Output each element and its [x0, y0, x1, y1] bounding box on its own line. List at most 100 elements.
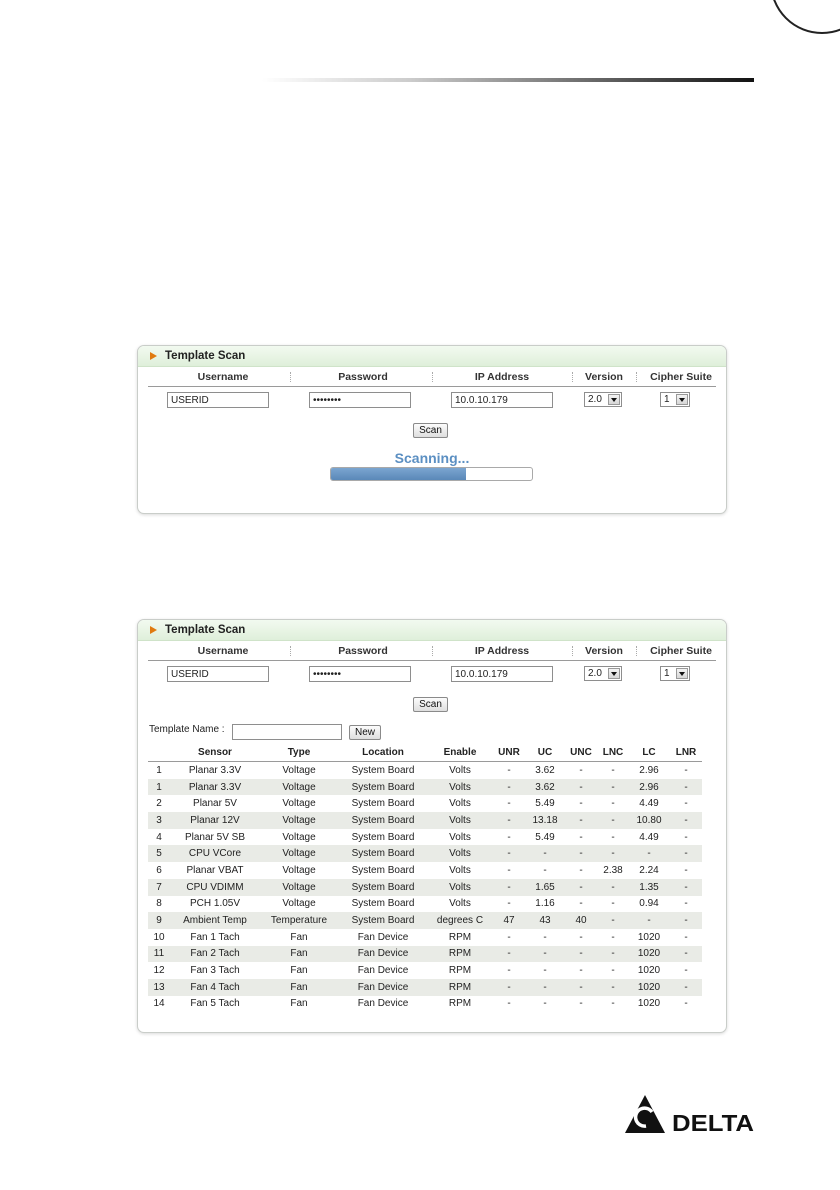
table-cell: 2.96	[639, 764, 659, 776]
table-cell: System Board	[338, 812, 428, 829]
table-cell: Planar 5V SB	[184, 831, 246, 843]
header-divider	[572, 646, 574, 656]
header-ip: IP Address	[474, 645, 530, 657]
header-username: Username	[197, 645, 249, 657]
table-cell: -	[611, 965, 615, 977]
table-cell: -	[684, 931, 688, 943]
cipher-suite-select[interactable]: 1	[660, 666, 690, 681]
table-row[interactable]: 1 Planar 3.3V Voltage System Board Volts -3.6…	[148, 762, 702, 779]
table-cell: 3.62	[526, 778, 564, 796]
table-cell: -	[611, 931, 615, 943]
table-cell: Fan	[290, 998, 308, 1010]
column-header: Enable	[428, 744, 492, 762]
version-select[interactable]: 2.0	[584, 392, 622, 407]
column-header: LC	[628, 744, 670, 762]
table-row[interactable]: 12 Fan 3 Tach Fan Fan Device RPM - - - - 1020 -	[148, 962, 702, 979]
table-cell: -	[670, 812, 702, 829]
table-cell: Planar 3.3V	[170, 778, 260, 796]
header-divider	[636, 646, 638, 656]
table-cell: -	[507, 798, 511, 810]
table-row[interactable]: 8 PCH 1.05V Voltage System Board Volts - 1.16 -…	[148, 896, 702, 913]
table-row[interactable]: 14 Fan 5 Tach Fan Fan Device RPM - - - - 1020 -	[148, 996, 702, 1013]
chevron-down-icon[interactable]	[608, 668, 620, 679]
table-cell: -	[670, 845, 702, 863]
cipher-value: 1	[664, 394, 670, 405]
ip-address-input[interactable]: 10.0.10.179	[451, 392, 553, 408]
table-cell: System Board	[351, 764, 415, 776]
table-cell: -	[492, 878, 526, 896]
header-divider	[432, 646, 434, 656]
table-row[interactable]: 7 CPU VDIMM Voltage System Board Volts -1.65-…	[148, 878, 702, 896]
column-header: LNC	[598, 744, 628, 762]
password-input[interactable]: ••••••••	[309, 392, 411, 408]
table-cell: 1020	[637, 998, 661, 1010]
header-divider	[432, 372, 434, 382]
table-cell: -	[670, 878, 702, 896]
scan-button[interactable]: Scan	[413, 423, 448, 438]
table-row[interactable]: 6 Planar VBAT Voltage System Board Volts - - - 2…	[148, 862, 702, 879]
table-cell: 14	[153, 998, 165, 1010]
scan-progress-bar	[330, 467, 533, 481]
panel-title-text: Template Scan	[165, 350, 246, 362]
table-cell: Volts	[428, 778, 492, 796]
panel-title: Template Scan	[138, 620, 726, 641]
table-row[interactable]: 2 Planar 5V Voltage System Board Volts - 5.49 -…	[148, 795, 702, 812]
table-cell: Volts	[428, 845, 492, 863]
table-cell: System Board	[338, 878, 428, 896]
cipher-suite-select[interactable]: 1	[660, 392, 690, 407]
table-cell: -	[507, 965, 511, 977]
credential-row: USERID •••••••• 10.0.10.179 2.0 1	[148, 661, 716, 689]
table-row[interactable]: 9 Ambient Temp Temperature System Board degr…	[148, 912, 702, 929]
table-cell: -	[684, 898, 688, 910]
table-row[interactable]: 4 Planar 5V SB Voltage System Board Volts - 5.…	[148, 829, 702, 846]
table-cell: 40	[564, 912, 598, 929]
table-row[interactable]: 13 Fan 4 Tach Fan Fan Device RPM - - - -1020-	[148, 978, 702, 996]
chevron-down-icon[interactable]	[608, 394, 620, 405]
table-cell: 5.49	[535, 798, 555, 810]
table-cell: PCH 1.05V	[189, 898, 241, 910]
table-cell: RPM	[448, 998, 472, 1010]
table-cell: -	[543, 965, 547, 977]
table-cell: 13.18	[526, 812, 564, 829]
template-name-input[interactable]	[232, 724, 342, 740]
table-row[interactable]: 11 Fan 2 Tach Fan Fan Device RPM - - - -1020-	[148, 945, 702, 963]
version-value: 2.0	[588, 394, 602, 405]
chevron-down-icon[interactable]	[676, 394, 688, 405]
credential-row: USERID •••••••• 10.0.10.179 2.0 1	[148, 387, 716, 415]
scan-button[interactable]: Scan	[413, 697, 448, 712]
table-cell: 4.49	[639, 831, 659, 843]
column-header: UC	[526, 744, 564, 762]
field-headers: Username Password IP Address Version Cip…	[148, 367, 716, 387]
table-cell: -	[628, 912, 670, 929]
table-cell: Fan 3 Tach	[190, 965, 240, 977]
table-cell: Volts	[449, 864, 471, 876]
table-cell: Planar VBAT	[186, 864, 244, 876]
table-cell: -	[684, 998, 688, 1010]
version-select[interactable]: 2.0	[584, 666, 622, 681]
header-username: Username	[197, 371, 249, 383]
header-password: Password	[338, 645, 388, 657]
table-cell: -	[684, 965, 688, 977]
arrow-right-icon	[150, 352, 157, 360]
progress-fill	[331, 468, 466, 480]
table-row[interactable]: 1 Planar 3.3V Voltage System Board Volts -3.6…	[148, 778, 702, 796]
version-value: 2.0	[588, 668, 602, 679]
chevron-down-icon[interactable]	[676, 668, 688, 679]
table-cell: Fan Device	[357, 931, 409, 943]
username-input[interactable]: USERID	[167, 666, 269, 682]
table-cell: -	[564, 878, 598, 896]
new-template-button[interactable]: New	[349, 725, 381, 740]
table-cell: Fan 2 Tach	[170, 945, 260, 963]
table-row[interactable]: 5 CPU VCore Voltage System Board Volts - - - - - -	[148, 845, 702, 863]
table-cell: -	[684, 831, 688, 843]
username-input[interactable]: USERID	[167, 392, 269, 408]
ip-address-input[interactable]: 10.0.10.179	[451, 666, 553, 682]
table-cell: -	[507, 831, 511, 843]
password-input[interactable]: ••••••••	[309, 666, 411, 682]
template-scan-panel-results: Template Scan Username Password IP Addre…	[137, 619, 727, 1033]
table-cell: RPM	[428, 945, 492, 963]
panel-title: Template Scan	[138, 346, 726, 367]
table-row[interactable]: 3 Planar 12V Voltage System Board Volts -13.1…	[148, 812, 702, 829]
table-cell: System Board	[338, 845, 428, 863]
table-row[interactable]: 10 Fan 1 Tach Fan Fan Device RPM - - - - 1020 -	[148, 929, 702, 946]
